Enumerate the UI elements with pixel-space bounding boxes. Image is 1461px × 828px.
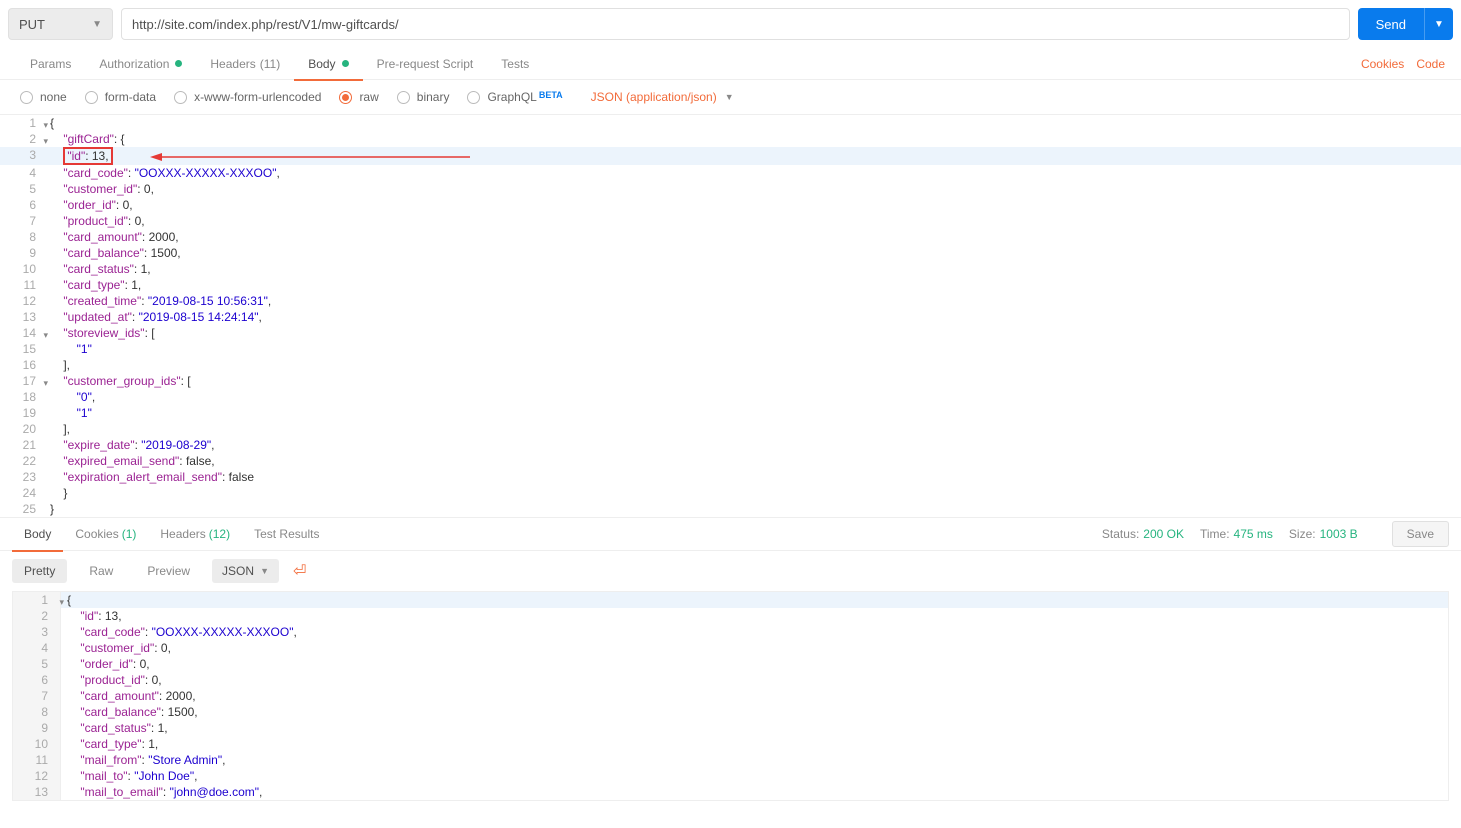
content-type-select[interactable]: JSON (application/json) ▼ [591, 90, 734, 104]
radio-icon [85, 91, 98, 104]
tab-response-headers[interactable]: Headers(12) [148, 517, 242, 551]
tab-headers[interactable]: Headers(11) [196, 48, 294, 80]
size-value: 1003 B [1320, 527, 1358, 541]
view-preview[interactable]: Preview [135, 559, 202, 583]
body-type-row: none form-data x-www-form-urlencoded raw… [0, 80, 1461, 115]
response-header: Body Cookies(1) Headers(12) Test Results… [0, 517, 1461, 551]
method-select[interactable]: PUT ▼ [8, 8, 113, 40]
radio-urlencoded[interactable]: x-www-form-urlencoded [174, 90, 321, 104]
method-label: PUT [19, 17, 45, 32]
view-pretty[interactable]: Pretty [12, 559, 67, 583]
chevron-down-icon: ▼ [1425, 19, 1453, 30]
dot-icon [175, 60, 182, 67]
chevron-down-icon: ▼ [92, 19, 102, 30]
tab-body[interactable]: Body [294, 48, 362, 80]
radio-icon [397, 91, 410, 104]
beta-badge: BETA [539, 90, 563, 100]
dot-icon [342, 60, 349, 67]
tab-prerequest[interactable]: Pre-request Script [363, 48, 488, 80]
radio-icon [174, 91, 187, 104]
tab-test-results[interactable]: Test Results [242, 517, 331, 551]
tab-response-cookies[interactable]: Cookies(1) [63, 517, 148, 551]
view-raw[interactable]: Raw [77, 559, 125, 583]
save-response-button[interactable]: Save [1392, 521, 1449, 547]
response-format-select[interactable]: JSON ▼ [212, 559, 279, 583]
radio-icon [339, 91, 352, 104]
status-block: Status:200 OK Time:475 ms Size:1003 B Sa… [1102, 521, 1449, 547]
radio-none[interactable]: none [20, 90, 67, 104]
request-body-editor[interactable]: 1▾{ 2▾ "giftCard": { 3 "id": 13, 4 "card… [0, 115, 1461, 517]
radio-icon [20, 91, 33, 104]
url-input[interactable] [121, 8, 1350, 40]
url-bar: PUT ▼ Send ▼ [0, 0, 1461, 48]
chevron-down-icon: ▼ [260, 566, 269, 576]
radio-icon [467, 91, 480, 104]
cookies-link[interactable]: Cookies [1361, 57, 1404, 71]
time-value: 475 ms [1234, 527, 1273, 541]
tab-params[interactable]: Params [16, 48, 85, 80]
tab-authorization[interactable]: Authorization [85, 48, 196, 80]
tab-tests[interactable]: Tests [487, 48, 543, 80]
annotation-highlight: "id": 13, [63, 147, 112, 165]
radio-graphql[interactable]: GraphQLBETA [467, 90, 562, 104]
response-view-row: Pretty Raw Preview JSON ▼ ⏎ [0, 551, 1461, 591]
radio-raw[interactable]: raw [339, 90, 378, 104]
code-link[interactable]: Code [1416, 57, 1445, 71]
radio-form-data[interactable]: form-data [85, 90, 156, 104]
chevron-down-icon: ▼ [725, 92, 734, 102]
wrap-lines-icon[interactable]: ⏎ [289, 561, 310, 581]
send-label: Send [1358, 17, 1424, 32]
send-button[interactable]: Send ▼ [1358, 8, 1453, 40]
request-tabs: Params Authorization Headers(11) Body Pr… [0, 48, 1461, 80]
tab-response-body[interactable]: Body [12, 517, 63, 551]
response-body-editor[interactable]: 1▾{ 2 "id": 13, 3 "card_code": "OOXXX-XX… [12, 591, 1449, 801]
radio-binary[interactable]: binary [397, 90, 450, 104]
status-value: 200 OK [1143, 527, 1184, 541]
